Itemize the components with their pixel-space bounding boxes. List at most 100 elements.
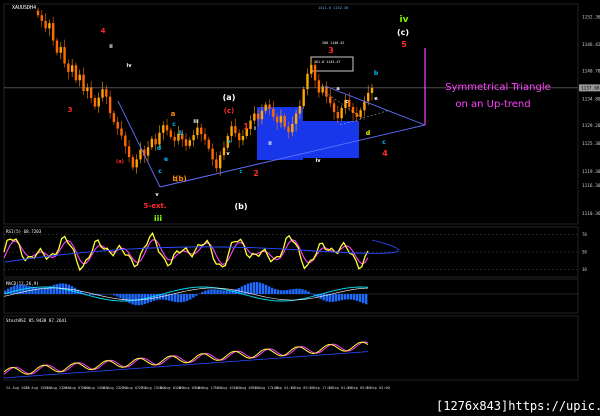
candle-body	[112, 113, 116, 122]
candle-body	[188, 140, 192, 146]
wave-label: (c)	[397, 28, 409, 37]
macd-histogram-bar	[322, 294, 325, 301]
macd-histogram-bar	[182, 294, 186, 302]
candle-body	[120, 128, 123, 136]
macd-histogram-bar	[176, 294, 180, 303]
candle-body	[105, 89, 108, 97]
macd-histogram-bar	[128, 294, 131, 304]
macd-histogram-bar	[173, 294, 177, 302]
candle-body	[313, 64, 317, 81]
wave-label: (c)	[224, 107, 235, 115]
candle-body	[218, 155, 222, 169]
candle-body	[55, 40, 59, 53]
candle-body	[108, 96, 112, 114]
macd-histogram-bar	[310, 293, 313, 294]
macd-histogram-bar	[270, 287, 274, 294]
candle-body	[124, 135, 127, 147]
candle-body	[139, 149, 142, 160]
candle-body	[241, 136, 245, 141]
macd-histogram-bar	[343, 294, 347, 300]
macd-histogram-bar	[216, 289, 219, 294]
candle-body	[196, 127, 199, 136]
candle-body	[101, 89, 104, 98]
wave-label: b	[374, 70, 379, 77]
candle-body	[272, 108, 275, 117]
candle-body	[93, 98, 97, 107]
candle-body	[298, 106, 302, 114]
candle-body	[63, 47, 66, 64]
macd-histogram-bar	[295, 288, 298, 294]
macd-histogram-bar	[116, 294, 119, 297]
macd-histogram-bar	[313, 294, 316, 296]
wave-label: 3	[328, 46, 334, 55]
candle-body	[268, 104, 271, 109]
wave-label: ii	[268, 141, 272, 147]
wave-label: 3	[68, 106, 73, 114]
macd-histogram-bar	[210, 289, 213, 294]
macd-histogram-bar	[122, 294, 125, 300]
candle-body	[340, 107, 343, 119]
macd-histogram-bar	[152, 294, 156, 301]
candle-body	[291, 123, 294, 133]
candle-body	[40, 15, 43, 21]
candle-body	[203, 134, 207, 140]
macd-histogram-bar	[101, 294, 104, 295]
macd-histogram-bar	[352, 294, 356, 301]
candle-body	[162, 125, 165, 133]
wave-label: c	[346, 99, 349, 105]
macd-histogram-bar	[289, 289, 292, 294]
wave-label: a	[336, 86, 339, 92]
wave-label: (b)	[234, 202, 247, 211]
macd-histogram-bar	[34, 287, 37, 294]
candle-body	[89, 87, 93, 99]
price-tick-label: 1129.20	[582, 123, 600, 129]
candle-body	[283, 115, 286, 127]
candle-body	[48, 23, 51, 29]
macd-histogram-bar	[225, 290, 228, 294]
wave-label: a	[227, 139, 230, 145]
price-tick-label: 1140.78	[582, 69, 600, 75]
candle-body	[264, 104, 267, 111]
candle-body	[78, 74, 81, 81]
macd-histogram-bar	[298, 288, 301, 294]
candle-body	[256, 113, 260, 120]
rsi-level-label: 70	[582, 232, 587, 237]
macd-histogram-bar	[113, 294, 116, 296]
candle-body	[359, 110, 362, 117]
wave-label: (b)	[175, 175, 186, 183]
macd-histogram-bar	[222, 290, 225, 294]
rsi-level-label: 30	[582, 267, 587, 272]
macd-histogram-bar	[361, 294, 365, 304]
macd-histogram-bar	[307, 291, 310, 294]
candle-body	[192, 135, 195, 141]
macd-histogram-bar	[301, 289, 304, 294]
macd-histogram-bar	[267, 286, 271, 294]
macd-histogram-bar	[73, 287, 77, 294]
macd-histogram-bar	[277, 289, 280, 294]
candle-body	[367, 92, 370, 102]
wave-label: e	[374, 96, 378, 102]
candle-body	[165, 125, 169, 131]
fib-level-label: 200 1146.42	[322, 41, 344, 45]
macd-histogram-bar	[207, 289, 210, 294]
wave-label: d	[366, 130, 370, 137]
candle-body	[306, 73, 309, 90]
candle-body	[329, 96, 332, 104]
macd-histogram-bar	[55, 284, 58, 294]
wave-label: 4	[101, 27, 106, 35]
macd-histogram-bar	[304, 290, 307, 294]
wave-label: iii	[193, 119, 198, 125]
macd-histogram-bar	[131, 294, 134, 305]
macd-histogram-bar	[201, 292, 204, 294]
candle-body	[351, 106, 355, 114]
macd-histogram-bar	[134, 294, 137, 306]
price-tick-label: 1110.36	[582, 211, 600, 217]
macd-histogram-bar	[149, 294, 152, 302]
candle-body	[169, 130, 173, 137]
macd-histogram-bar	[334, 294, 338, 302]
candle-body	[70, 65, 74, 72]
wave-label: b	[179, 130, 184, 137]
candle-body	[82, 74, 85, 92]
macd-histogram-bar	[10, 286, 13, 294]
upic-watermark: [1276x843]https://upic.me/	[436, 396, 600, 416]
